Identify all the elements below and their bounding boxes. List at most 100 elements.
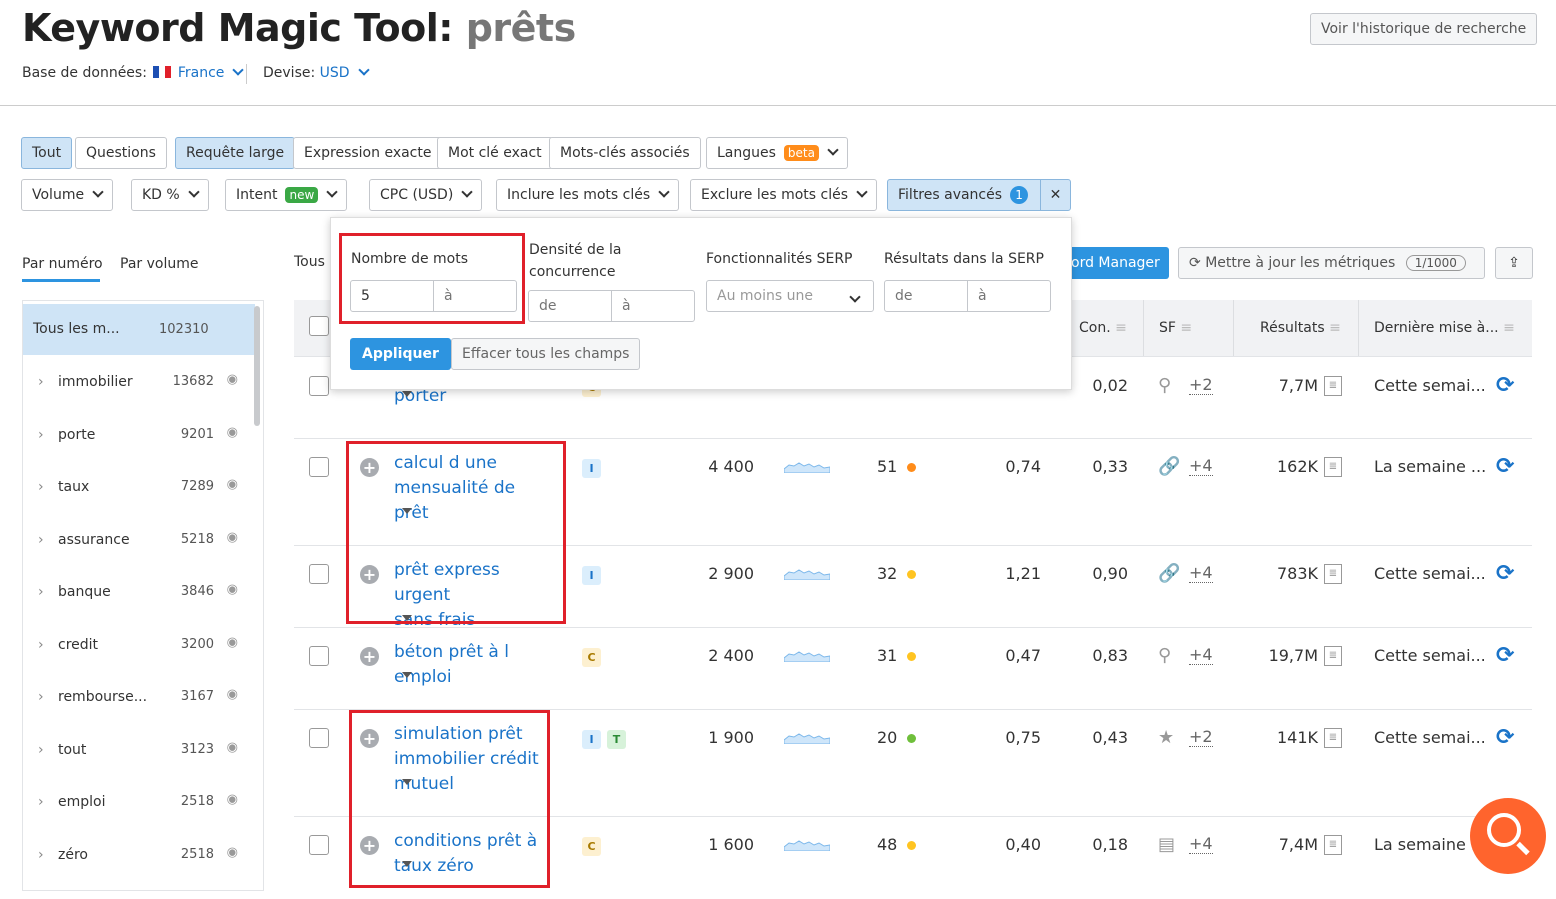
include-keywords-dropdown[interactable]: Inclure les mots clés [496,179,680,211]
refresh-icon[interactable]: ⟳ [1496,561,1514,586]
serp-snapshot-icon[interactable]: ≣ [1324,457,1342,477]
eye-icon[interactable]: ◉ [227,792,238,807]
serp-features-more[interactable]: +4 [1189,835,1213,854]
row-checkbox[interactable] [309,646,329,666]
sidebar-item[interactable]: › porte 9201 ◉ [22,425,254,479]
item-label: immobilier [58,374,133,390]
exclude-keywords-dropdown[interactable]: Exclure les mots clés [690,179,878,211]
kd-dropdown[interactable]: KD % [131,179,209,211]
caret-down-icon[interactable] [402,672,412,683]
density-to-input[interactable] [611,290,695,322]
refresh-icon[interactable]: ⟳ [1496,643,1514,668]
tab-by-number[interactable]: Par numéro [22,256,103,272]
sidebar-item[interactable]: › assurance 5218 ◉ [22,530,254,584]
caret-down-icon[interactable] [402,391,412,402]
serp-snapshot-icon[interactable]: ≣ [1324,646,1342,666]
last-updated: Cette semai... [1374,728,1486,747]
filter-tout[interactable]: Tout [21,137,73,169]
filter-related[interactable]: Mots-clés associés [549,137,701,169]
kd-label: KD % [142,187,180,203]
database-selector[interactable]: Base de données: France [22,64,245,81]
serp-features-more[interactable]: +2 [1189,376,1213,395]
filter-broad[interactable]: Requête large [175,137,296,169]
serp-features-more[interactable]: +2 [1189,728,1213,747]
languages-dropdown[interactable]: Langues beta [706,137,848,169]
header-results[interactable]: Résultats ≡ [1260,320,1341,336]
serp-features-dropdown[interactable]: Au moins une [706,280,874,312]
intent-badge: C [582,837,601,856]
clear-advanced-close-icon[interactable]: ✕ [1040,179,1071,211]
currency-label: Devise: [263,65,316,81]
refresh-icon[interactable]: ⟳ [1496,454,1514,479]
sidebar-item[interactable]: › credit 3200 ◉ [22,635,254,689]
sidebar-item[interactable]: › tout 3123 ◉ [22,740,254,794]
keyword-line[interactable]: emploi [394,665,559,690]
serp-snapshot-icon[interactable]: ≣ [1324,835,1342,855]
select-all-checkbox[interactable] [309,316,329,336]
header-con[interactable]: Con. ≡ [1079,320,1127,336]
sidebar-item[interactable]: › rembourse... 3167 ◉ [22,687,254,741]
sidebar-item[interactable]: › emploi 2518 ◉ [22,792,254,846]
new-badge: new [285,187,319,203]
link-icon: 🔗 [1158,563,1181,584]
row-checkbox[interactable] [309,376,329,396]
filter-questions[interactable]: Questions [75,137,167,169]
serp-snapshot-icon[interactable]: ≣ [1324,376,1342,396]
row-checkbox[interactable] [309,457,329,477]
header-sf[interactable]: SF ≡ [1159,320,1192,336]
row-checkbox[interactable] [309,564,329,584]
sidebar-item[interactable]: › immobilier 13682 ◉ [22,372,254,426]
results-to-input[interactable] [967,280,1051,312]
search-fab[interactable] [1470,798,1546,874]
eye-icon[interactable]: ◉ [227,425,238,440]
intent-dropdown[interactable]: Intent new [225,179,348,211]
apply-button[interactable]: Appliquer [350,338,451,370]
cpc-dropdown[interactable]: CPC (USD) [369,179,483,211]
eye-icon[interactable]: ◉ [227,582,238,597]
density-from-input[interactable] [528,290,612,322]
filter-exact[interactable]: Mot clé exact [437,137,553,169]
news-icon: ▤ [1158,834,1176,855]
eye-icon[interactable]: ◉ [227,740,238,755]
header-updated[interactable]: Dernière mise à... ≡ [1374,320,1515,336]
eye-icon[interactable]: ◉ [227,845,238,860]
eye-icon[interactable]: ◉ [227,477,238,492]
history-button[interactable]: Voir l'historique de recherche [1310,13,1538,45]
db-value[interactable]: France [178,65,225,81]
export-icon[interactable]: ⇪ [1495,247,1533,279]
eye-icon[interactable]: ◉ [227,635,238,650]
eye-icon[interactable]: ◉ [227,372,238,387]
tab-by-volume[interactable]: Par volume [120,256,198,272]
clear-all-button[interactable]: Effacer tous les champs [451,338,641,370]
kd: 20 [877,728,917,747]
serp-features-more[interactable]: +4 [1189,564,1213,583]
refresh-icon[interactable]: ⟳ [1496,373,1514,398]
sidebar-item-all[interactable]: Tous les m... 102310 [23,304,255,355]
eye-icon[interactable]: ◉ [227,530,238,545]
serp-snapshot-icon[interactable]: ≣ [1324,728,1342,748]
keyword-line[interactable]: béton prêt à l [394,640,559,665]
last-updated: La semaine ... [1374,457,1487,476]
advanced-filters-button[interactable]: Filtres avancés 1 [887,179,1041,211]
refresh-icon[interactable]: ⟳ [1496,725,1514,750]
currency-selector[interactable]: Devise: USD [263,64,370,81]
highlight-box [346,441,566,624]
row-checkbox[interactable] [309,728,329,748]
add-keyword-icon[interactable]: + [360,647,379,666]
volume-label: Volume [32,187,85,203]
filter-phrase[interactable]: Expression exacte [293,137,443,169]
results-from-input[interactable] [884,280,968,312]
sidebar-item[interactable]: › taux 7289 ◉ [22,477,254,531]
keyword-manager-button[interactable]: ord Manager [1071,247,1169,279]
serp-results-label: Résultats dans la SERP [884,251,1044,267]
serp-features-more[interactable]: +4 [1189,457,1213,476]
sidebar-item[interactable]: › banque 3846 ◉ [22,582,254,636]
serp-features-more[interactable]: +4 [1189,646,1213,665]
keyword-link[interactable]: béton prêt à l emploi [394,640,559,690]
volume-dropdown[interactable]: Volume [21,179,114,211]
sidebar-scrollbar[interactable] [254,306,260,426]
row-checkbox[interactable] [309,835,329,855]
update-metrics-button[interactable]: ⟳ Mettre à jour les métriques 1/1000 [1178,247,1485,279]
eye-icon[interactable]: ◉ [227,687,238,702]
serp-snapshot-icon[interactable]: ≣ [1324,564,1342,584]
